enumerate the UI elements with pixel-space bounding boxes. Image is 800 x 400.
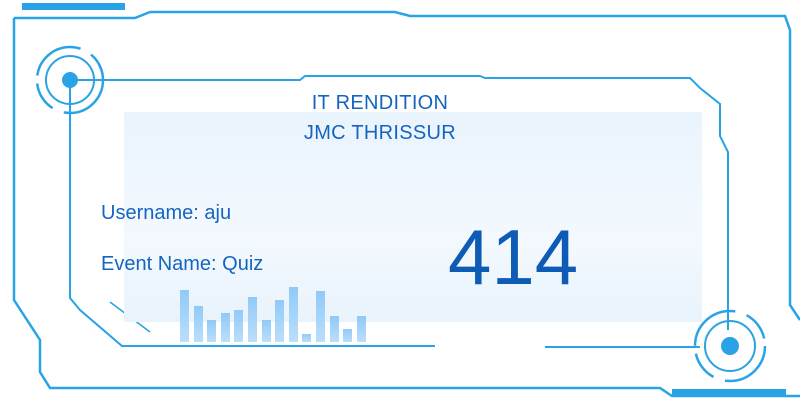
event-label: Event Name: [101, 253, 217, 275]
equalizer-bar [329, 316, 339, 342]
title-line-1: IT RENDITION [311, 92, 449, 114]
equalizer-bars-decoration [180, 284, 380, 342]
equalizer-bar [261, 320, 271, 342]
equalizer-bar [180, 290, 189, 342]
equalizer-bar [343, 329, 353, 342]
bottom-right-accent-bar [672, 389, 786, 396]
target-icon-bottom-right [693, 309, 767, 383]
equalizer-bar [220, 313, 230, 342]
event-name-field: Event Name: Quiz [101, 253, 263, 276]
equalizer-bar [288, 287, 298, 342]
equalizer-bar [207, 320, 217, 342]
equalizer-bar [193, 306, 203, 342]
equalizer-bar [302, 334, 312, 342]
username-value: aju [204, 202, 232, 224]
event-value: Quiz [222, 253, 264, 275]
title-line-2: JMC THRISSUR [303, 122, 457, 144]
equalizer-bar [275, 300, 285, 342]
equalizer-bar [234, 310, 244, 342]
badge-card: IT RENDITION JMC THRISSUR Username: aju … [0, 0, 800, 400]
username-label: Username: [101, 202, 199, 224]
equalizer-bar [248, 297, 257, 342]
top-left-accent-bar [22, 3, 125, 10]
username-field: Username: aju [101, 202, 231, 225]
equalizer-bar [316, 291, 325, 342]
participant-number: 414 [448, 213, 579, 301]
equalizer-bar [356, 316, 366, 342]
